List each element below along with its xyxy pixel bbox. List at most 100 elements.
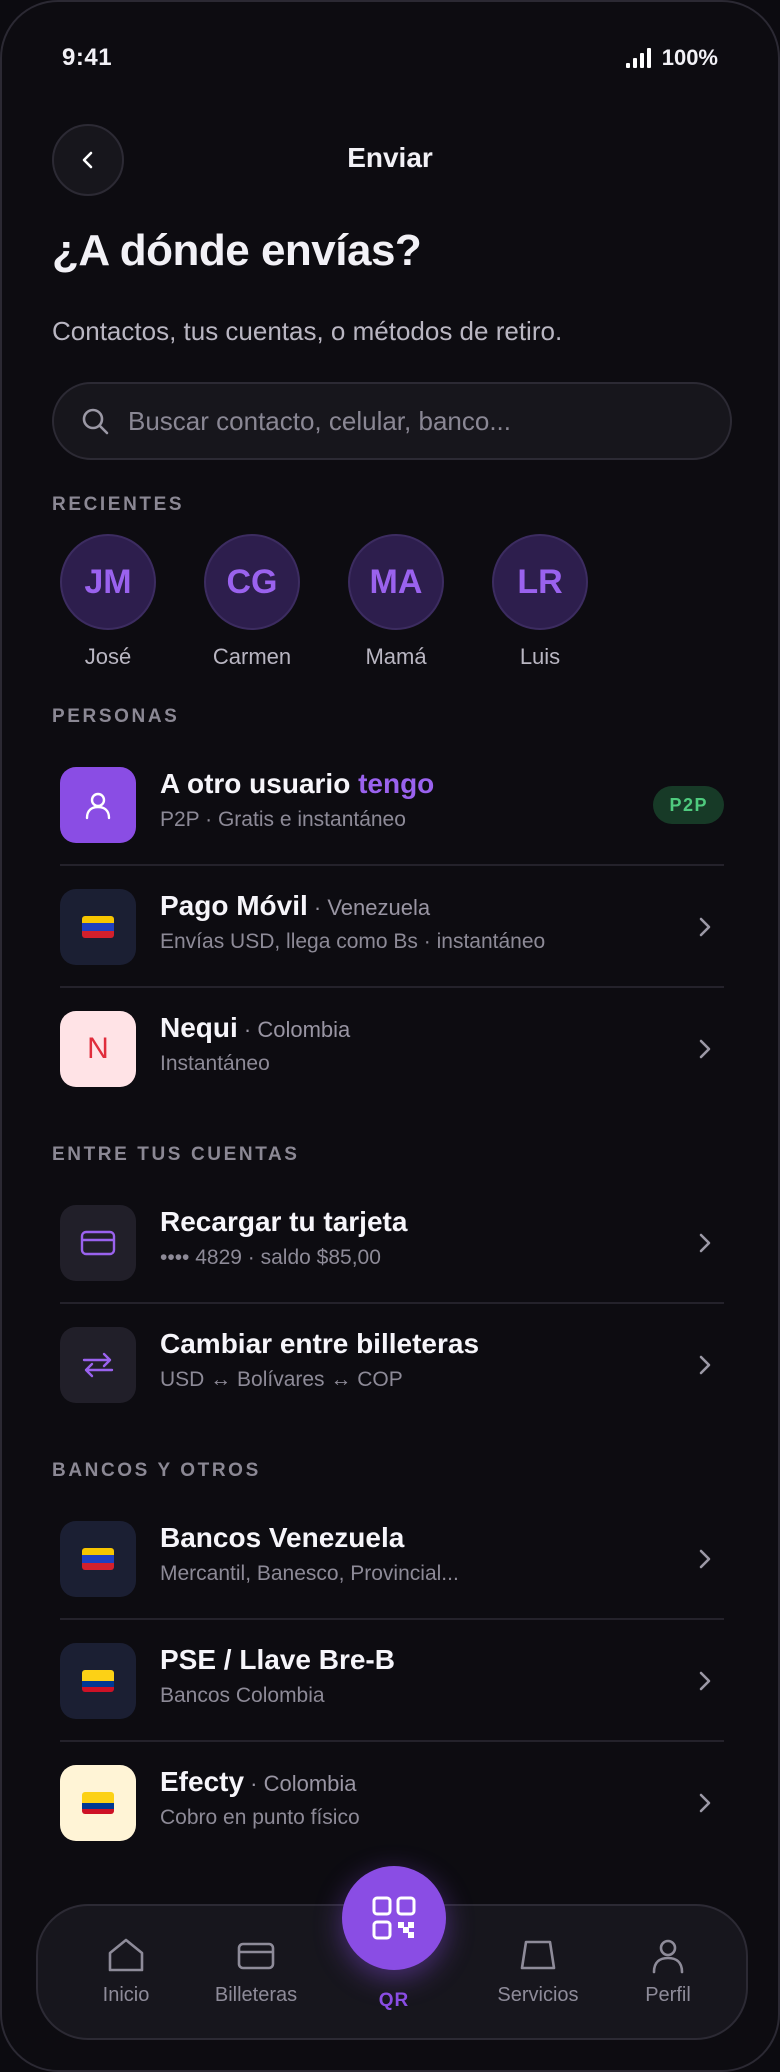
item-title: Bancos Venezuela <box>160 1522 405 1553</box>
section-entre-cuentas: ENTRE TUS CUENTAS <box>52 1144 300 1165</box>
item-texts: Pago Móvil · Venezuela Envías USD, llega… <box>160 890 545 954</box>
item-texts: A otro usuario tengo P2P · Gratis e inst… <box>160 768 434 832</box>
tab-label: Servicios <box>497 1984 579 2006</box>
tab-perfil[interactable]: Perfil <box>608 1936 728 2007</box>
list-item-nequi[interactable]: N Nequi · Colombia Instantáneo <box>60 988 724 1110</box>
user-icon <box>85 792 111 820</box>
venezuela-flag-icon <box>82 1548 114 1570</box>
flag-box <box>60 1643 136 1719</box>
main-heading: ¿A dónde envías? <box>52 226 422 275</box>
tab-label: Billeteras <box>214 1984 298 2006</box>
card-icon-box <box>60 1205 136 1281</box>
chevron-right-icon <box>699 1039 711 1059</box>
nequi-logo-box: N <box>60 1011 136 1087</box>
item-subtitle: Instantáneo <box>160 1052 270 1075</box>
status-right: 100% <box>625 45 718 71</box>
list-item-pago-movil[interactable]: Pago Móvil · Venezuela Envías USD, llega… <box>60 866 724 988</box>
colombia-flag-icon <box>82 1792 114 1814</box>
colombia-flag-icon <box>82 1670 114 1692</box>
tab-label: Inicio <box>102 1984 150 2006</box>
list-item-otro-usuario[interactable]: A otro usuario tengo P2P · Gratis e inst… <box>60 744 724 866</box>
item-title: A otro usuario tengo <box>160 768 434 800</box>
section-recientes: RECIENTES <box>52 494 185 515</box>
avatar: LR <box>492 534 588 630</box>
item-title-text: Efecty <box>160 1766 245 1797</box>
item-title: PSE / Llave Bre-B <box>160 1644 395 1675</box>
recent-contact-jose[interactable]: JM José <box>60 534 156 670</box>
venezuela-flag-icon <box>82 916 114 938</box>
qr-code-icon <box>372 1896 416 1940</box>
item-title: Pago Móvil · Venezuela <box>160 890 545 922</box>
chevron-right-icon <box>699 1549 711 1569</box>
nequi-logo-icon: N <box>87 1032 109 1065</box>
item-texts: Recargar tu tarjeta •••• 4829 · saldo $8… <box>160 1206 407 1270</box>
item-subtitle: P2P · Gratis e instantáneo <box>160 808 406 831</box>
flag-box <box>60 1521 136 1597</box>
status-bar: 9:41 100% <box>62 40 718 76</box>
item-subtitle: Bancos Colombia <box>160 1684 325 1707</box>
recent-contact-carmen[interactable]: CG Carmen <box>204 534 300 670</box>
search-bar[interactable] <box>52 382 732 460</box>
brand-accent: tengo <box>358 768 435 799</box>
chevron-right-icon <box>699 1671 711 1691</box>
contact-name: Luis <box>519 644 561 669</box>
chevron-right-icon <box>699 917 711 937</box>
qr-label: QR <box>378 1990 410 2011</box>
item-subtitle: Cobro en punto físico <box>160 1806 360 1829</box>
list-item-bancos-venezuela[interactable]: Bancos Venezuela Mercantil, Banesco, Pro… <box>60 1498 724 1620</box>
item-country: · Venezuela <box>307 895 431 920</box>
chevron-right-icon <box>699 1793 711 1813</box>
search-input[interactable] <box>128 405 688 437</box>
item-subtitle: USD ↔ Bolívares ↔ COP <box>160 1368 403 1391</box>
flag-box <box>60 1765 136 1841</box>
credit-card-icon <box>80 1230 116 1256</box>
item-title: Recargar tu tarjeta <box>160 1206 408 1237</box>
chevron-right-icon <box>699 1355 711 1375</box>
item-texts: PSE / Llave Bre-B Bancos Colombia <box>160 1644 395 1708</box>
item-texts: Bancos Venezuela Mercantil, Banesco, Pro… <box>160 1522 459 1586</box>
contact-name: Mamá <box>365 644 427 669</box>
status-time: 9:41 <box>62 44 113 71</box>
item-title: Efecty · Colombia <box>160 1766 360 1798</box>
recent-contact-mama[interactable]: MA Mamá <box>348 534 444 670</box>
tab-inicio[interactable]: Inicio <box>66 1936 186 2007</box>
phone-screen: 9:41 100% Enviar ¿A dónde envías? Contac… <box>0 0 780 2072</box>
header: Enviar <box>52 124 728 196</box>
item-title-text: Nequi <box>160 1012 238 1043</box>
subheading: Contactos, tus cuentas, o métodos de ret… <box>52 316 563 346</box>
avatar: CG <box>204 534 300 630</box>
item-subtitle: Envías USD, llega como Bs · instantáneo <box>160 930 546 953</box>
item-title: Cambiar entre billeteras <box>160 1328 480 1359</box>
item-title-text: A otro usuario <box>160 768 359 799</box>
flag-box <box>60 889 136 965</box>
list-item-pse-llave[interactable]: PSE / Llave Bre-B Bancos Colombia <box>60 1620 724 1742</box>
item-subtitle: •••• 4829 · saldo $85,00 <box>160 1246 381 1269</box>
section-bancos: BANCOS Y OTROS <box>52 1460 261 1481</box>
avatar: MA <box>348 534 444 630</box>
swap-icon-box <box>60 1327 136 1403</box>
item-country: · Colombia <box>237 1017 351 1042</box>
home-icon <box>108 1938 144 1972</box>
section-personas: PERSONAS <box>52 706 180 727</box>
swap-arrows-icon <box>82 1352 114 1378</box>
cuentas-list: Recargar tu tarjeta •••• 4829 · saldo $8… <box>60 1182 724 1426</box>
wallet-card-icon <box>237 1942 275 1970</box>
bottom-tab-bar: Inicio Billeteras QR Servicios Perfil <box>36 1866 748 2040</box>
item-texts: Nequi · Colombia Instantáneo <box>160 1012 350 1076</box>
signal-icon <box>625 48 651 68</box>
recents-list: JM José CG Carmen MA Mamá LR Luis <box>60 534 588 670</box>
contact-name: José <box>84 644 132 669</box>
item-texts: Efecty · Colombia Cobro en punto físico <box>160 1766 360 1830</box>
recent-contact-luis[interactable]: LR Luis <box>492 534 588 670</box>
tab-servicios[interactable]: Servicios <box>478 1936 598 2007</box>
tab-label: Perfil <box>645 1984 691 2006</box>
item-title-text: Pago Móvil <box>160 890 308 921</box>
tab-billeteras[interactable]: Billeteras <box>196 1936 316 2007</box>
personas-list: A otro usuario tengo P2P · Gratis e inst… <box>60 744 724 1110</box>
list-item-cambiar-billeteras[interactable]: Cambiar entre billeteras USD ↔ Bolívares… <box>60 1304 724 1426</box>
search-icon <box>82 408 109 435</box>
list-item-recargar-tarjeta[interactable]: Recargar tu tarjeta •••• 4829 · saldo $8… <box>60 1182 724 1304</box>
avatar: JM <box>60 534 156 630</box>
qr-button[interactable] <box>342 1866 446 1970</box>
list-item-efecty[interactable]: Efecty · Colombia Cobro en punto físico <box>60 1742 724 1864</box>
